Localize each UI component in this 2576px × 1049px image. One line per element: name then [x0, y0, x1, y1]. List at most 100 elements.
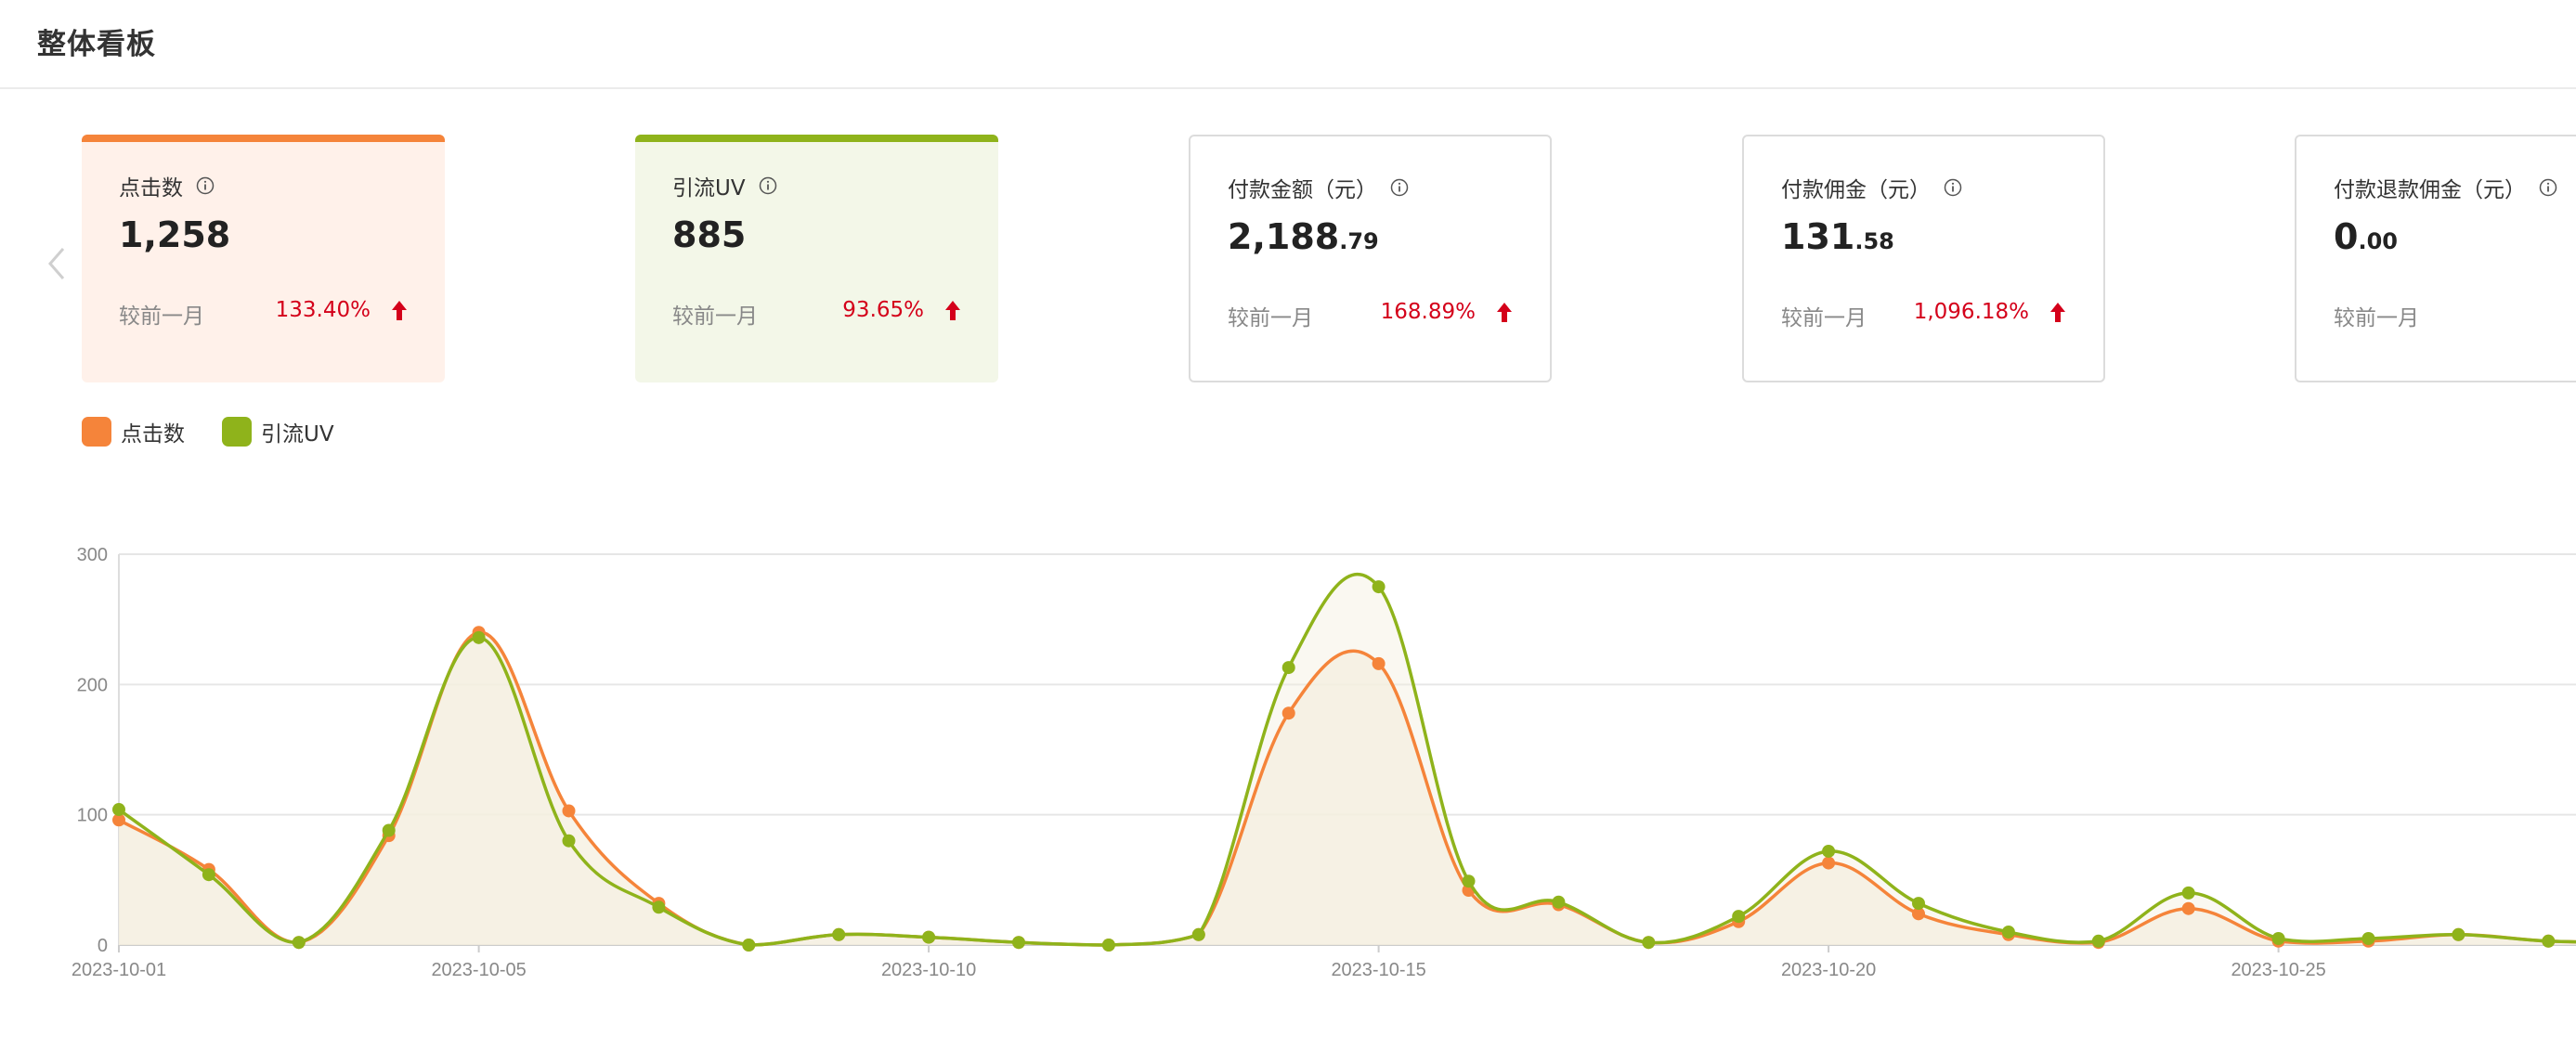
data-point — [1732, 910, 1746, 924]
x-tick-label: 2023-10-10 — [881, 960, 976, 980]
carousel-prev-button[interactable] — [41, 243, 74, 284]
data-point — [1822, 844, 1836, 858]
legend-swatch — [82, 417, 111, 447]
card-label: 付款退款佣金（元） — [2334, 178, 2526, 202]
card-label: 引流UV — [672, 176, 746, 201]
x-tick-label: 2023-10-20 — [1781, 960, 1876, 980]
page-header: 整体看板 — [0, 0, 2576, 89]
series-area — [119, 574, 2576, 945]
data-point — [2271, 931, 2285, 945]
metric-card-payment-amount[interactable]: 付款金额（元） 2,188.79 较前一月 168.89% — [1189, 135, 1552, 382]
data-point — [1642, 936, 1656, 950]
card-value-int: 131 — [1781, 216, 1855, 257]
card-value: 0.00 — [2334, 216, 2398, 257]
data-point — [2181, 886, 2195, 900]
x-tick-label: 2023-10-05 — [431, 960, 526, 980]
data-point — [472, 630, 486, 644]
card-compare-value: 93.65% — [842, 298, 924, 322]
info-icon[interactable] — [1944, 178, 1962, 197]
data-point — [922, 930, 936, 944]
card-value: 131.58 — [1781, 216, 1894, 257]
data-point — [652, 900, 666, 914]
y-tick-label: 100 — [77, 806, 108, 826]
data-point — [2361, 931, 2375, 945]
card-label-row: 付款佣金（元） — [1781, 172, 1962, 203]
arrow-up-icon — [945, 301, 960, 320]
card-compare-label: 较前一月 — [2334, 306, 2419, 330]
y-tick-label: 300 — [77, 545, 108, 565]
card-value: 1,258 — [119, 214, 230, 255]
data-point — [1372, 580, 1386, 594]
chart-legend: 点击数 引流UV — [82, 416, 371, 447]
metric-card-clicks[interactable]: 点击数 1,258 较前一月 133.40% — [82, 135, 445, 382]
card-label: 点击数 — [119, 176, 183, 201]
card-label-row: 引流UV — [672, 170, 777, 201]
info-icon[interactable] — [196, 176, 215, 195]
card-value-dec: .00 — [2358, 228, 2398, 254]
card-compare-label: 较前一月 — [119, 304, 204, 329]
data-point — [112, 803, 125, 817]
y-tick-label: 0 — [98, 936, 108, 956]
trend-line-chart[interactable]: 0 100 200 300 2023-10-01 2023-10-05 2023-10-10… — [0, 520, 2576, 984]
card-compare-value: 133.40% — [275, 298, 371, 322]
data-point — [1101, 939, 1115, 952]
data-point — [1372, 656, 1386, 670]
data-point — [1462, 874, 1476, 888]
card-value-dec: .58 — [1854, 228, 1894, 254]
card-compare-label: 较前一月 — [1781, 306, 1867, 330]
info-icon[interactable] — [759, 176, 777, 195]
arrow-up-icon — [2050, 303, 2065, 322]
data-point — [202, 868, 215, 882]
data-point — [292, 936, 306, 950]
chevron-left-icon — [48, 248, 65, 279]
card-compare-label: 较前一月 — [672, 304, 758, 329]
card-value: 885 — [672, 214, 746, 255]
card-compare-value: 168.89% — [1380, 300, 1476, 324]
arrow-up-icon — [1497, 303, 1512, 322]
page-title: 整体看板 — [37, 28, 156, 61]
card-label-row: 点击数 — [119, 170, 215, 201]
card-label-row: 付款退款佣金（元） — [2334, 172, 2557, 203]
card-label: 付款金额（元） — [1228, 178, 1377, 202]
arrow-up-icon — [392, 301, 407, 320]
info-icon[interactable] — [1390, 178, 1409, 197]
x-tick-label: 2023-10-15 — [1331, 960, 1425, 980]
data-point — [1822, 856, 1836, 870]
card-compare-value: 1,096.18% — [1913, 300, 2029, 324]
data-point — [2181, 901, 2195, 915]
card-label: 付款佣金（元） — [1781, 178, 1931, 202]
metric-card-refund-commission[interactable]: 付款退款佣金（元） 0.00 较前一月 — [2295, 135, 2576, 382]
card-value-dec: .79 — [1339, 228, 1379, 254]
metric-card-uv[interactable]: 引流UV 885 较前一月 93.65% — [635, 135, 998, 382]
card-value: 2,188.79 — [1228, 216, 1379, 257]
card-accent-bar — [82, 135, 445, 142]
card-label-row: 付款金额（元） — [1228, 172, 1409, 203]
card-accent-bar — [635, 135, 998, 142]
card-value-int: 885 — [672, 214, 747, 255]
data-point — [382, 823, 396, 837]
data-point — [2001, 925, 2015, 939]
legend-item-clicks[interactable]: 点击数 — [82, 416, 185, 447]
y-tick-label: 200 — [77, 675, 108, 695]
card-value-int: 1,258 — [119, 214, 231, 255]
x-tick-label: 2023-10-01 — [72, 960, 166, 980]
data-point — [1912, 897, 1925, 911]
data-point — [562, 834, 576, 848]
data-point — [2091, 934, 2105, 948]
card-compare-label: 较前一月 — [1228, 306, 1313, 330]
metric-card-payment-commission[interactable]: 付款佣金（元） 131.58 较前一月 1,096.18% — [1742, 135, 2105, 382]
data-point — [1281, 661, 1295, 675]
card-value-int: 0 — [2334, 216, 2359, 257]
x-tick-label: 2023-10-25 — [2231, 960, 2325, 980]
data-point — [2452, 927, 2465, 941]
data-point — [562, 804, 576, 818]
card-value-int: 2,188 — [1228, 216, 1340, 257]
data-point — [742, 939, 756, 952]
info-icon[interactable] — [2539, 178, 2557, 197]
legend-label: 引流UV — [261, 422, 334, 447]
legend-label: 点击数 — [121, 422, 185, 447]
data-point — [1552, 895, 1566, 909]
legend-item-uv[interactable]: 引流UV — [222, 416, 334, 447]
legend-swatch — [222, 417, 252, 447]
data-point — [832, 927, 846, 941]
